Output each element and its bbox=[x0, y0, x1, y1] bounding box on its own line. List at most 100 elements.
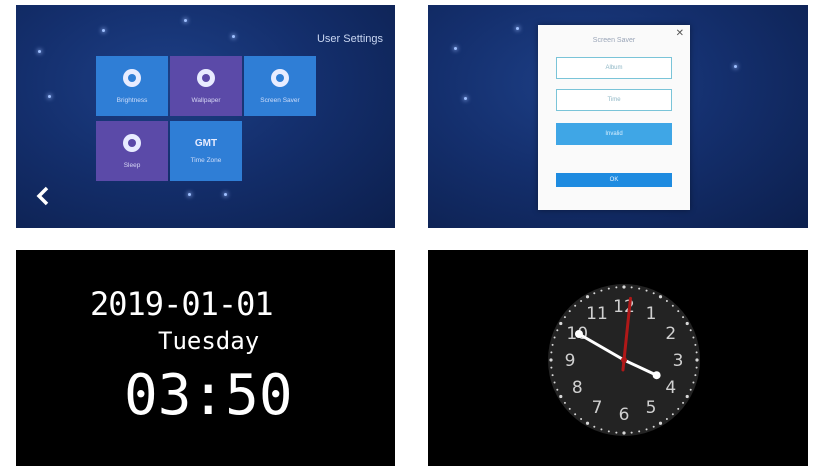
clock-tick bbox=[585, 421, 590, 425]
clock-tick bbox=[563, 316, 566, 319]
clock-tick bbox=[615, 431, 618, 434]
clock-tick bbox=[630, 286, 633, 289]
clock-tick bbox=[677, 310, 680, 313]
clock-tick bbox=[553, 381, 556, 384]
star-decoration bbox=[454, 47, 457, 50]
chevron-left-icon bbox=[36, 186, 49, 206]
star-decoration bbox=[184, 19, 187, 22]
tile-label: Time Zone bbox=[190, 157, 222, 164]
clock-tick bbox=[682, 401, 685, 404]
clock-tick bbox=[695, 358, 699, 362]
clock-tick bbox=[559, 394, 563, 399]
star-decoration bbox=[734, 65, 737, 68]
clock-tick bbox=[685, 321, 689, 326]
tile-label: Sleep bbox=[123, 161, 141, 169]
clock-tick bbox=[692, 381, 695, 384]
clock-numeral: 5 bbox=[646, 398, 657, 418]
clock-tick bbox=[593, 292, 596, 295]
clock-tick bbox=[580, 418, 583, 421]
clock-tick bbox=[658, 295, 663, 299]
star-decoration bbox=[102, 29, 105, 32]
clock-tick bbox=[638, 287, 641, 290]
tile-label: Screen Saver bbox=[260, 96, 300, 104]
time-zone-tile[interactable]: GMT Time Zone bbox=[170, 121, 242, 181]
clock-tick bbox=[600, 428, 603, 431]
clock-tick bbox=[694, 343, 697, 346]
clock-tick bbox=[574, 304, 577, 307]
clock-tick bbox=[580, 299, 583, 302]
clock-tick bbox=[694, 374, 697, 377]
clock-tick bbox=[685, 394, 689, 399]
clock-tick bbox=[615, 286, 618, 289]
clock-tick bbox=[652, 292, 655, 295]
hour-hand-tip bbox=[652, 371, 661, 380]
clock-tick bbox=[677, 407, 680, 410]
clock-tick bbox=[622, 285, 626, 289]
clock-tick bbox=[551, 343, 554, 346]
clock-tick bbox=[585, 295, 590, 299]
analog-clock: 121234567891011 bbox=[548, 284, 700, 436]
option-album[interactable]: Album bbox=[556, 57, 672, 79]
close-button[interactable]: ✕ bbox=[676, 28, 684, 39]
clock-tick bbox=[568, 310, 571, 313]
star-decoration bbox=[516, 27, 519, 30]
clock-tick bbox=[630, 431, 633, 434]
analog-clock-screen: 121234567891011 bbox=[428, 250, 808, 466]
clock-tick bbox=[549, 358, 553, 362]
clock-tick bbox=[607, 430, 610, 433]
close-icon: ✕ bbox=[675, 28, 684, 39]
clock-numeral: 1 bbox=[646, 304, 657, 324]
option-invalid[interactable]: Invalid bbox=[556, 123, 672, 145]
screen-saver-tile[interactable]: Screen Saver bbox=[244, 56, 316, 116]
clock-tick bbox=[645, 428, 648, 431]
clock-tick bbox=[553, 336, 556, 339]
clock-tick bbox=[556, 329, 559, 332]
clock-tick bbox=[665, 418, 668, 421]
option-time[interactable]: Time bbox=[556, 89, 672, 111]
star-decoration bbox=[224, 193, 227, 196]
clock-tick bbox=[574, 413, 577, 416]
clock-tick bbox=[695, 366, 698, 369]
clock-tick bbox=[551, 374, 554, 377]
clock-tick bbox=[563, 401, 566, 404]
clock-tick bbox=[593, 425, 596, 428]
dialog-title: Screen Saver bbox=[592, 37, 636, 44]
clock-tick bbox=[689, 388, 692, 391]
clock-tick bbox=[671, 413, 674, 416]
clock-tick bbox=[689, 329, 692, 332]
tile-label: Wallpaper bbox=[191, 96, 221, 104]
clock-tick bbox=[645, 289, 648, 292]
star-decoration bbox=[464, 97, 467, 100]
clock-tick bbox=[550, 351, 553, 354]
minute-hand-tip bbox=[574, 330, 583, 338]
clock-tick bbox=[652, 425, 655, 428]
clock-numeral: 8 bbox=[572, 378, 583, 398]
clock-numeral: 2 bbox=[665, 324, 676, 344]
ok-button[interactable]: OK bbox=[556, 173, 672, 187]
clock-numeral: 6 bbox=[619, 405, 630, 425]
clock-numeral: 4 bbox=[665, 378, 676, 398]
settings-screen: User Settings Brightness Wallpaper Scree… bbox=[16, 5, 395, 228]
star-decoration bbox=[188, 193, 191, 196]
sleep-tile[interactable]: Sleep bbox=[96, 121, 168, 181]
star-decoration bbox=[232, 35, 235, 38]
screen-saver-screen: Screen Saver ✕ Album Time Invalid OK bbox=[428, 5, 808, 228]
brightness-tile[interactable]: Brightness bbox=[96, 56, 168, 116]
weekday-display: Tuesday bbox=[158, 327, 260, 355]
clock-tick bbox=[556, 388, 559, 391]
clock-numeral: 3 bbox=[673, 351, 684, 371]
clock-tick bbox=[695, 351, 698, 354]
wallpaper-tile[interactable]: Wallpaper bbox=[170, 56, 242, 116]
clock-tick bbox=[671, 304, 674, 307]
clock-center-pin bbox=[621, 357, 627, 363]
date-display: 2019-01-01 bbox=[90, 285, 274, 323]
clock-tick bbox=[607, 287, 610, 290]
screen-saver-dialog: Screen Saver ✕ Album Time Invalid OK bbox=[538, 25, 690, 210]
clock-tick bbox=[665, 299, 668, 302]
sleep-icon bbox=[123, 133, 141, 152]
screen-saver-icon bbox=[271, 68, 289, 87]
brightness-icon bbox=[123, 68, 141, 87]
back-button[interactable] bbox=[36, 185, 50, 213]
clock-tick bbox=[622, 431, 626, 435]
page-title: User Settings bbox=[316, 33, 383, 45]
